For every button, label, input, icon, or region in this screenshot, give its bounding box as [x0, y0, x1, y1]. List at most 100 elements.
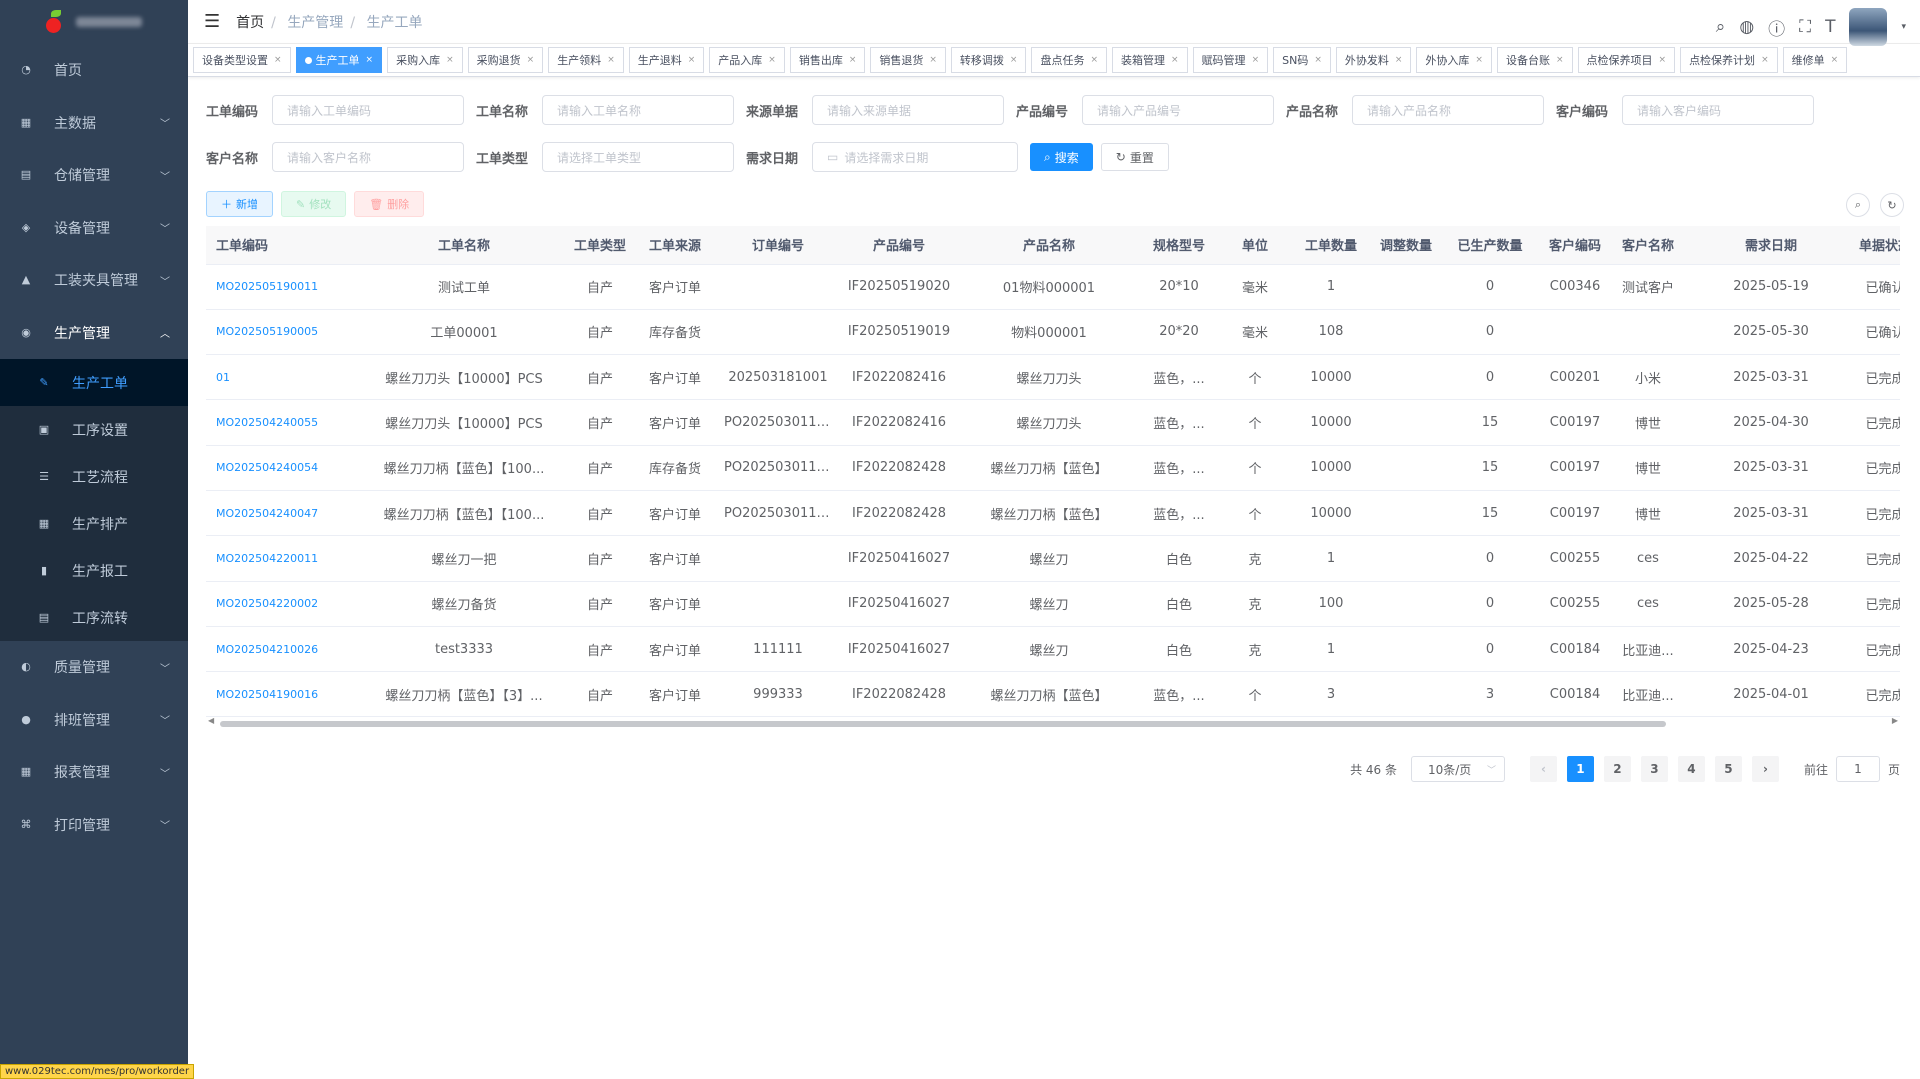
close-icon[interactable]: × — [1761, 55, 1769, 65]
tab-19[interactable]: 维修单 × — [1782, 47, 1848, 73]
tab-10[interactable]: 盘点任务 × — [1031, 47, 1108, 73]
sidebar-item-1[interactable]: ● 排班管理 ﹀ — [0, 694, 188, 747]
table-row[interactable]: MO202504220011 螺丝刀一把 自产 客户订单 IF20250416027 螺丝… — [206, 535, 1900, 582]
sidebar-item-4[interactable]: ▲ 工装夹具管理 ﹀ — [0, 254, 188, 307]
close-icon[interactable]: × — [1090, 55, 1098, 65]
sidebar-item-3[interactable]: ◈ 设备管理 ﹀ — [0, 202, 188, 255]
font-size-icon[interactable]: T — [1825, 17, 1835, 37]
table-row[interactable]: MO202504240055 螺丝刀刀头【10000】PCS 自产 客户订单 PO202… — [206, 399, 1900, 446]
workorder-code-link[interactable]: MO202504240054 — [206, 445, 358, 491]
workorder-code-link[interactable]: MO202504220002 — [206, 581, 358, 627]
horizontal-scrollbar[interactable]: ◀ ▶ — [206, 716, 1900, 728]
workorder-code-link[interactable]: MO202505190005 — [206, 309, 358, 356]
close-icon[interactable]: × — [1314, 55, 1322, 65]
filter-input-0[interactable]: 请输入工单编码 — [272, 95, 464, 125]
column-header[interactable]: 单位 — [1222, 226, 1288, 265]
workorder-code-link[interactable]: MO202504220011 — [206, 535, 358, 582]
tab-9[interactable]: 转移调拨 × — [950, 47, 1027, 73]
column-header[interactable]: 工单名称 — [358, 226, 570, 265]
page-button-5[interactable]: 5 — [1714, 756, 1742, 782]
goto-page-input[interactable]: 1 — [1835, 756, 1880, 782]
page-button-4[interactable]: 4 — [1677, 756, 1705, 782]
workorder-code-link[interactable]: 01 — [206, 354, 358, 401]
tab-3[interactable]: 采购退货 × — [467, 47, 544, 73]
toggle-search-icon[interactable]: ⌕ — [1846, 193, 1870, 217]
page-button-3[interactable]: 3 — [1640, 756, 1668, 782]
breadcrumb-home[interactable]: 首页 — [236, 15, 264, 31]
close-icon[interactable]: × — [929, 55, 937, 65]
close-icon[interactable]: × — [849, 55, 857, 65]
column-header[interactable]: 订单编号 — [720, 226, 836, 265]
column-header[interactable]: 调整数量 — [1374, 226, 1438, 265]
close-icon[interactable]: × — [1831, 55, 1839, 65]
column-header[interactable]: 客户编码 — [1542, 226, 1608, 265]
tab-17[interactable]: 点检保养项目 × — [1577, 47, 1676, 73]
close-icon[interactable]: × — [274, 55, 282, 65]
tab-12[interactable]: 赋码管理 × — [1192, 47, 1269, 73]
column-header[interactable]: 客户名称 — [1608, 226, 1688, 265]
column-header[interactable]: 需求日期 — [1688, 226, 1854, 265]
close-icon[interactable]: × — [1659, 55, 1667, 65]
tab-6[interactable]: 产品入库 × — [709, 47, 785, 73]
workorder-code-link[interactable]: MO202504190016 — [206, 671, 358, 718]
workorder-code-link[interactable]: MO202504240047 — [206, 490, 358, 537]
table-row[interactable]: 01 螺丝刀刀头【10000】PCS 自产 客户订单 202503181001 IF202… — [206, 354, 1900, 401]
sidebar-item-2[interactable]: ▤ 仓储管理 ﹀ — [0, 149, 188, 202]
tab-13[interactable]: SN码 × — [1273, 47, 1331, 73]
workorder-code-link[interactable]: MO202504210026 — [206, 626, 358, 673]
tab-14[interactable]: 外协发料 × — [1335, 47, 1412, 73]
fullscreen-icon[interactable]: ⛶ — [1799, 17, 1811, 37]
page-button-1[interactable]: 1 — [1566, 756, 1594, 782]
filter-input-4[interactable]: 请输入产品名称 — [1352, 95, 1544, 125]
add-button[interactable]: ＋ 新增 — [206, 191, 273, 217]
tab-0[interactable]: 设备类型设置 × — [193, 47, 291, 73]
filter-input-2[interactable]: ▭ 请选择需求日期 — [812, 142, 1018, 172]
column-header[interactable]: 工单来源 — [630, 226, 720, 265]
tab-4[interactable]: 生产领料 × — [548, 47, 624, 73]
close-icon[interactable]: × — [1475, 55, 1483, 65]
sidebar-item-3[interactable]: ⌘ 打印管理 ﹀ — [0, 799, 188, 852]
filter-input-0[interactable]: 请输入客户名称 — [272, 142, 464, 172]
table-row[interactable]: MO202504220002 螺丝刀备货 自产 客户订单 IF20250416027 螺丝… — [206, 581, 1900, 627]
table-row[interactable]: MO202504240047 螺丝刀刀柄【蓝色】【100... 自产 客户订单 PO20… — [206, 490, 1900, 537]
sidebar-item-5[interactable]: ▤ 工序流转 — [0, 594, 188, 641]
tab-7[interactable]: 销售出库 × — [789, 47, 866, 73]
filter-input-1[interactable]: 请输入工单名称 — [542, 95, 734, 125]
tab-5[interactable]: 生产退料 × — [628, 47, 705, 73]
column-header[interactable]: 产品编号 — [836, 226, 962, 265]
column-header[interactable]: 工单类型 — [570, 226, 630, 265]
close-icon[interactable]: × — [607, 55, 615, 65]
sidebar-item-1[interactable]: ▦ 主数据 ﹀ — [0, 97, 188, 150]
sidebar-item-production[interactable]: ◉ 生产管理 ︿ — [0, 307, 188, 360]
close-icon[interactable]: × — [527, 55, 535, 65]
sidebar-item-0[interactable]: ✎ 生产工单 — [0, 359, 188, 406]
table-row[interactable]: MO202504190016 螺丝刀刀柄【蓝色】【3】... 自产 客户订单 99933… — [206, 671, 1900, 718]
tab-1[interactable]: 生产工单 × — [295, 47, 383, 73]
table-row[interactable]: MO202504210026 test3333 自产 客户订单 111111 IF2025… — [206, 626, 1900, 673]
column-header[interactable]: 产品名称 — [962, 226, 1136, 265]
close-icon[interactable]: × — [1010, 55, 1018, 65]
search-button[interactable]: ⌕ 搜索 — [1030, 143, 1093, 171]
close-icon[interactable]: × — [446, 55, 454, 65]
refresh-icon[interactable]: ↻ — [1880, 193, 1904, 217]
column-header[interactable]: 工单编码 — [206, 226, 358, 265]
tab-16[interactable]: 设备台账 × — [1496, 47, 1573, 73]
table-row[interactable]: MO202504240054 螺丝刀刀柄【蓝色】【100... 自产 库存备货 PO20… — [206, 445, 1900, 491]
sidebar-item-1[interactable]: ▣ 工序设置 — [0, 406, 188, 453]
tab-18[interactable]: 点检保养计划 × — [1680, 47, 1778, 73]
edit-button[interactable]: ✎ 修改 — [281, 191, 347, 217]
sidebar-item-2[interactable]: ▦ 报表管理 ﹀ — [0, 746, 188, 799]
github-icon[interactable]: ◍ — [1739, 17, 1754, 37]
filter-input-2[interactable]: 请输入来源单据 — [812, 95, 1004, 125]
column-header[interactable]: 已生产数量 — [1438, 226, 1542, 265]
table-row[interactable]: MO202505190005 工单00001 自产 库存备货 IF20250519019… — [206, 309, 1900, 356]
caret-down-icon[interactable]: ▾ — [1901, 22, 1906, 32]
avatar[interactable] — [1849, 8, 1888, 46]
search-icon[interactable]: ⌕ — [1716, 17, 1726, 37]
filter-input-3[interactable]: 请输入产品编号 — [1082, 95, 1274, 125]
filter-input-1[interactable]: 请选择工单类型 — [542, 142, 734, 172]
tab-11[interactable]: 装箱管理 × — [1112, 47, 1188, 73]
sidebar-item-0[interactable]: ◐ 质量管理 ﹀ — [0, 641, 188, 694]
close-icon[interactable]: × — [1556, 55, 1564, 65]
sidebar-item-2[interactable]: ☰ 工艺流程 — [0, 453, 188, 500]
